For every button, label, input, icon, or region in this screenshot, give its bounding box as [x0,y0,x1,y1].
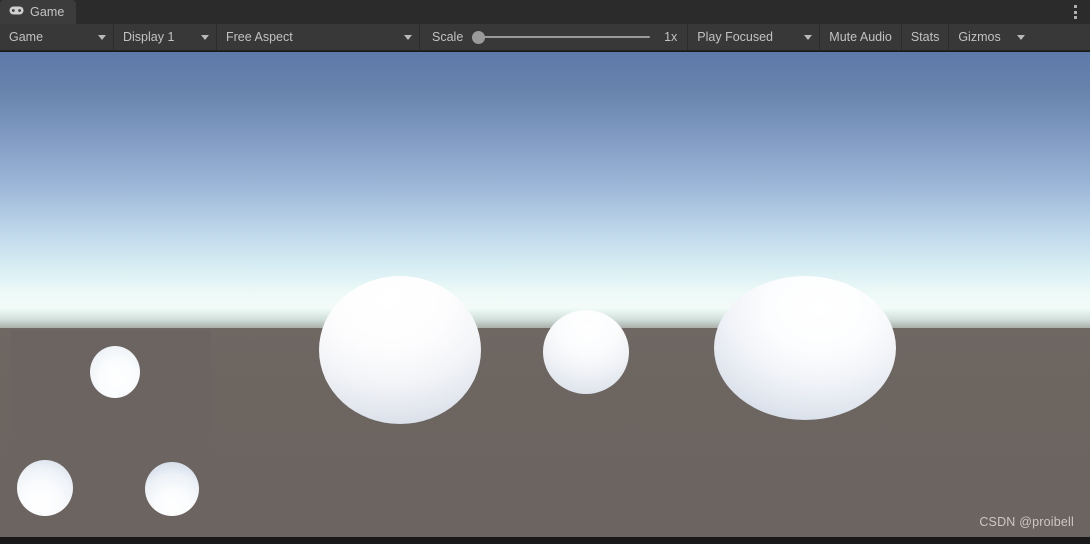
unity-game-view-window: Game Game Display 1 Free Aspect Scale 1x… [0,0,1090,544]
scale-slider[interactable] [472,30,651,44]
display-label: Display 1 [123,30,175,44]
gizmos-label: Gizmos [958,30,1001,44]
play-mode-dropdown[interactable]: Play Focused [688,24,821,50]
sphere-small-center [543,310,629,394]
kebab-menu-icon[interactable] [1060,0,1090,24]
inset-sphere-bottom-left [17,460,73,516]
gizmos-dropdown-button[interactable] [1010,24,1032,50]
picture-in-picture-camera-view [11,330,211,530]
view-mode-dropdown[interactable]: Game [0,24,114,50]
scale-slider-track [472,36,651,38]
tab-bar-spacer [76,0,1060,24]
gamepad-icon [9,3,24,21]
kebab-dot [1073,10,1077,14]
view-mode-label: Game [9,30,44,44]
scale-label: Scale [432,30,464,44]
mute-audio-label: Mute Audio [829,30,892,44]
aspect-ratio-dropdown[interactable]: Free Aspect [217,24,420,50]
game-viewport[interactable]: CSDN @proibell [0,52,1090,537]
tab-bar: Game [0,0,1090,24]
aspect-ratio-label: Free Aspect [226,30,293,44]
scale-control-group: Scale 1x [420,24,689,50]
kebab-dot [1073,5,1077,8]
mute-audio-button[interactable]: Mute Audio [820,24,902,50]
play-mode-label: Play Focused [697,30,774,44]
watermark-text: CSDN @proibell [979,515,1074,529]
chevron-down-icon [98,35,106,40]
chevron-down-icon [804,35,813,40]
stats-button[interactable]: Stats [902,24,950,50]
sphere-large-right [714,276,896,420]
tab-game-label: Game [30,5,65,19]
chevron-down-icon [404,35,412,40]
game-view-toolbar: Game Display 1 Free Aspect Scale 1x Play… [0,24,1090,51]
sphere-large-left [319,276,481,424]
skybox-gradient [0,52,1090,328]
chevron-down-icon [1016,35,1025,40]
scale-slider-handle[interactable] [472,30,486,44]
chevron-down-icon [201,35,209,40]
kebab-dot [1073,16,1077,19]
scale-value-label: 1x [664,30,678,44]
inset-sphere-bottom-right [145,462,199,516]
window-bottom-edge [0,537,1090,544]
gizmos-button[interactable]: Gizmos [949,24,1009,50]
inset-sphere-top [90,346,140,398]
tab-game[interactable]: Game [0,0,77,24]
stats-label: Stats [910,30,940,44]
display-dropdown[interactable]: Display 1 [114,24,217,50]
